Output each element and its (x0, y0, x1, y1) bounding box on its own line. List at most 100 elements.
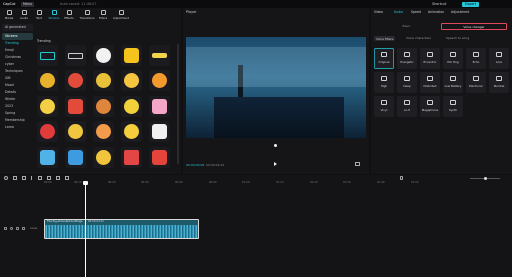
select-tool-icon[interactable] (4, 176, 8, 180)
sticker-item[interactable] (149, 147, 170, 168)
voice-filter-original[interactable]: Original (374, 48, 394, 69)
tool-media[interactable]: Media (2, 8, 16, 22)
hide-track-icon[interactable] (10, 227, 13, 230)
sticker-item[interactable] (149, 121, 170, 142)
lock-track-icon[interactable] (4, 227, 7, 230)
sticker-item[interactable] (121, 147, 142, 168)
sticker-item[interactable] (65, 147, 86, 168)
voice-filter-vinyl[interactable]: Vinyl (374, 96, 394, 117)
sticker-item[interactable] (65, 70, 86, 91)
tab-speed[interactable]: Speed (411, 10, 421, 14)
fullscreen-icon[interactable] (355, 162, 360, 166)
sticker-item[interactable] (37, 121, 58, 142)
zoom-slider-handle[interactable] (484, 176, 487, 180)
sticker-item[interactable] (93, 70, 114, 91)
ai-generated-button[interactable]: AI generated (2, 24, 33, 31)
sticker-item[interactable] (93, 96, 114, 117)
sticker-item[interactable] (149, 70, 170, 91)
voice-filter-energetic[interactable]: Energetic (397, 48, 417, 69)
category-trending[interactable]: Trending (2, 40, 33, 47)
sticker-item[interactable] (65, 121, 86, 142)
tool-text[interactable]: Text (32, 8, 46, 22)
tool-audio[interactable]: Audio (17, 8, 31, 22)
sticker-item[interactable] (149, 96, 170, 117)
tool-stickers[interactable]: Stickers (47, 8, 61, 22)
voice-filter-low-battery[interactable]: Low Battery (443, 72, 463, 93)
voice-filter-lore[interactable]: Lore (489, 48, 509, 69)
delete-icon[interactable] (38, 176, 42, 180)
segment-speech-to-song[interactable]: Speech to song (446, 36, 469, 40)
mic-icon[interactable] (400, 176, 403, 180)
sticker-item[interactable] (149, 45, 170, 66)
tool-adjustment[interactable]: Adjustment (111, 8, 131, 22)
voice-filter-eccentric[interactable]: Eccentric (420, 48, 440, 69)
category-spring[interactable]: Spring (2, 110, 33, 117)
freeze-icon[interactable] (47, 176, 51, 180)
sticker-item[interactable] (37, 96, 58, 117)
sub-tab-basic[interactable]: Basic (374, 23, 439, 30)
sticker-item[interactable] (121, 70, 142, 91)
category-membership[interactable]: Membership (2, 117, 33, 124)
sub-tab-voice-changer[interactable]: Voice changer (441, 23, 507, 30)
category-mood[interactable]: Mood (2, 82, 33, 89)
category-stickers[interactable]: Stickers (2, 33, 33, 40)
voice-filter-megaphone[interactable]: Megaphone (420, 96, 440, 117)
redo-icon[interactable] (22, 176, 26, 180)
voice-filter-electronic[interactable]: Electronic (466, 72, 486, 93)
sticker-item[interactable] (65, 45, 86, 66)
asset-scrollbar[interactable] (177, 44, 179, 164)
menu-button[interactable]: Menu (21, 1, 35, 7)
sticker-item[interactable] (121, 45, 142, 66)
sticker-item[interactable] (37, 45, 58, 66)
category-gift[interactable]: Gift (2, 75, 33, 82)
voice-filter-lo-fi[interactable]: Lo-fi (397, 96, 417, 117)
voice-filter-high[interactable]: High (374, 72, 394, 93)
sticker-item[interactable] (121, 121, 142, 142)
voice-filter-distorted[interactable]: Distorted (420, 72, 440, 93)
category-winter[interactable]: Winter (2, 96, 33, 103)
mirror-icon[interactable] (65, 176, 69, 180)
cover-button[interactable]: Cover (30, 227, 38, 230)
tab-adjustment[interactable]: Adjustment (451, 10, 469, 14)
export-button[interactable]: Export (462, 1, 480, 7)
sticker-item[interactable] (37, 70, 58, 91)
category-emoji[interactable]: Emoji (2, 47, 33, 54)
mute-track-icon[interactable] (16, 227, 19, 230)
sticker-item[interactable] (65, 96, 86, 117)
voice-filter-mic-hog[interactable]: Mic Hog (443, 48, 463, 69)
category-techniques[interactable]: Techniques (2, 68, 33, 75)
tool-effects[interactable]: Effects (62, 8, 76, 22)
sticker-item[interactable] (121, 96, 142, 117)
sticker-item[interactable] (93, 147, 114, 168)
sticker-item[interactable] (93, 121, 114, 142)
shortcut-button[interactable]: Shortcut (432, 0, 446, 8)
category-lama[interactable]: Lama (2, 124, 33, 131)
playhead[interactable] (85, 182, 86, 277)
tool-transitions[interactable]: Transitions (78, 8, 96, 22)
voice-filter-rumble[interactable]: Rumble (489, 72, 509, 93)
segment-voice-filters[interactable]: Voice filters (374, 36, 396, 41)
play-button[interactable] (274, 162, 277, 166)
voice-filter-deep[interactable]: Deep (397, 72, 417, 93)
category-details[interactable]: Details (2, 89, 33, 96)
sticker-item[interactable] (93, 45, 114, 66)
crop-icon[interactable] (56, 176, 60, 180)
category-cyber[interactable]: cyber (2, 61, 33, 68)
tab-animation[interactable]: Animation (428, 10, 444, 14)
tool-filters[interactable]: Filters (96, 8, 110, 22)
more-track-icon[interactable] (22, 227, 25, 230)
video-clip[interactable]: The fog-shrouded buildings 00:00:04:22 (44, 219, 199, 239)
video-preview[interactable] (186, 37, 366, 138)
segment-voice-characters[interactable]: Voice characters (406, 36, 431, 40)
category-2023[interactable]: 2023 (2, 103, 33, 110)
playhead-handle[interactable] (274, 144, 277, 147)
tab-video[interactable]: Video (374, 10, 383, 14)
voice-filter-echo[interactable]: Echo (466, 48, 486, 69)
split-icon[interactable] (31, 176, 32, 180)
voice-filter-synth[interactable]: Synth (443, 96, 463, 117)
tab-audio[interactable]: Audio (394, 10, 403, 14)
playhead-grip[interactable] (83, 181, 88, 185)
undo-icon[interactable] (13, 176, 17, 180)
category-christmas[interactable]: Christmas (2, 54, 33, 61)
sticker-item[interactable] (37, 147, 58, 168)
